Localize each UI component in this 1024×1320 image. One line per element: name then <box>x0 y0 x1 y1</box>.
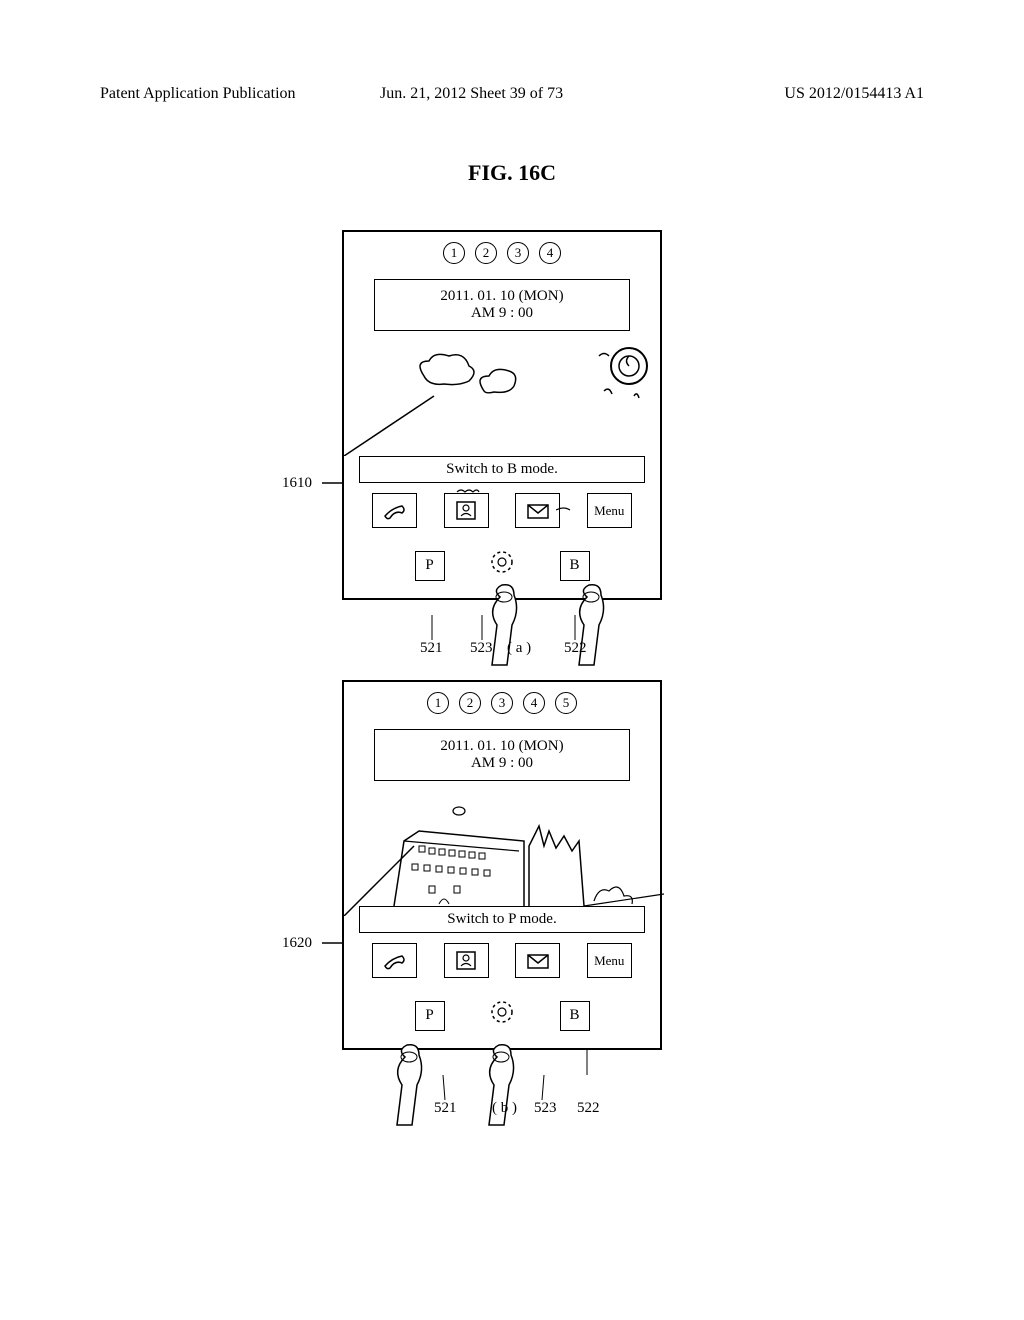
switch-banner-a: Switch to B mode. <box>359 456 645 483</box>
status-circles-a: 1 2 3 4 <box>344 232 660 274</box>
wallpaper-a <box>344 336 660 456</box>
header-pub-number: US 2012/0154413 A1 <box>784 85 924 103</box>
ref-1610: 1610 <box>282 475 312 492</box>
building-scene <box>344 786 664 916</box>
touch-hands-b <box>377 1045 577 1145</box>
wallpaper-b <box>344 786 660 906</box>
sub-label-b: ( b ) <box>492 1100 517 1117</box>
mode-p-button-b[interactable]: P <box>415 1001 445 1031</box>
phone-frame-a: 1 2 3 4 2011. 01. 10 (MON) AM 9 : 00 <box>342 230 662 600</box>
time-text: AM 9 : 00 <box>383 305 621 322</box>
call-icon[interactable] <box>372 493 417 528</box>
figure-title: FIG. 16C <box>468 160 556 186</box>
header-publication: Patent Application Publication <box>100 85 296 103</box>
mode-indicator-icon <box>485 548 520 583</box>
circle-4: 4 <box>539 242 561 264</box>
phone-panel-a: 1610 1 2 3 4 2011. 01. 10 (MON) AM 9 : 0… <box>342 230 682 600</box>
call-icon-b[interactable] <box>372 943 417 978</box>
mode-b-button-b[interactable]: B <box>560 1001 590 1031</box>
circle-1: 1 <box>443 242 465 264</box>
circle-4b: 4 <box>523 692 545 714</box>
phone-frame-b: 1 2 3 4 5 2011. 01. 10 (MON) AM 9 : 00 <box>342 680 662 1050</box>
ref-1620: 1620 <box>282 935 312 952</box>
leader-522b <box>582 1050 592 1075</box>
status-circles-b: 1 2 3 4 5 <box>344 682 660 724</box>
ref-521-a: 521 <box>420 640 443 657</box>
leader-522 <box>570 615 580 640</box>
mail-icon-b[interactable] <box>515 943 560 978</box>
header-date-sheet: Jun. 21, 2012 Sheet 39 of 73 <box>380 85 563 103</box>
sub-label-a: ( a ) <box>507 640 531 657</box>
cloud-scene <box>344 336 664 456</box>
leader-523b <box>537 1075 547 1100</box>
diagram-area: 1610 1 2 3 4 2011. 01. 10 (MON) AM 9 : 0… <box>0 220 1024 1050</box>
circle-3: 3 <box>507 242 529 264</box>
contacts-icon[interactable] <box>444 493 489 528</box>
ref-521-b: 521 <box>434 1100 457 1117</box>
menu-button-b[interactable]: Menu <box>587 943 632 978</box>
circle-1b: 1 <box>427 692 449 714</box>
mail-icon[interactable] <box>515 493 560 528</box>
ref-522-b: 522 <box>577 1100 600 1117</box>
mode-b-button[interactable]: B <box>560 551 590 581</box>
ref-523-a: 523 <box>470 640 493 657</box>
app-row-b: Menu <box>344 933 660 988</box>
circle-2b: 2 <box>459 692 481 714</box>
date-text-b: 2011. 01. 10 (MON) <box>383 738 621 755</box>
date-widget-b: 2011. 01. 10 (MON) AM 9 : 00 <box>374 729 630 781</box>
circle-5b: 5 <box>555 692 577 714</box>
ref-523-b: 523 <box>534 1100 557 1117</box>
phone-panel-b: 1620 1 2 3 4 5 2011. 01. 10 (MON) AM 9 :… <box>342 680 682 1050</box>
contacts-icon-b[interactable] <box>444 943 489 978</box>
time-text-b: AM 9 : 00 <box>383 755 621 772</box>
ref-522-a: 522 <box>564 640 587 657</box>
circle-3b: 3 <box>491 692 513 714</box>
mode-row-b: P B <box>344 988 660 1048</box>
page-header: Patent Application Publication Jun. 21, … <box>100 85 924 103</box>
leader-521b <box>440 1075 450 1100</box>
circle-2: 2 <box>475 242 497 264</box>
leader-523 <box>477 615 487 640</box>
date-text: 2011. 01. 10 (MON) <box>383 288 621 305</box>
menu-button[interactable]: Menu <box>587 493 632 528</box>
leader-521 <box>427 615 437 640</box>
mode-indicator-icon-b <box>485 998 520 1033</box>
mode-p-button[interactable]: P <box>415 551 445 581</box>
date-widget-a: 2011. 01. 10 (MON) AM 9 : 00 <box>374 279 630 331</box>
app-row-a: Menu <box>344 483 660 538</box>
